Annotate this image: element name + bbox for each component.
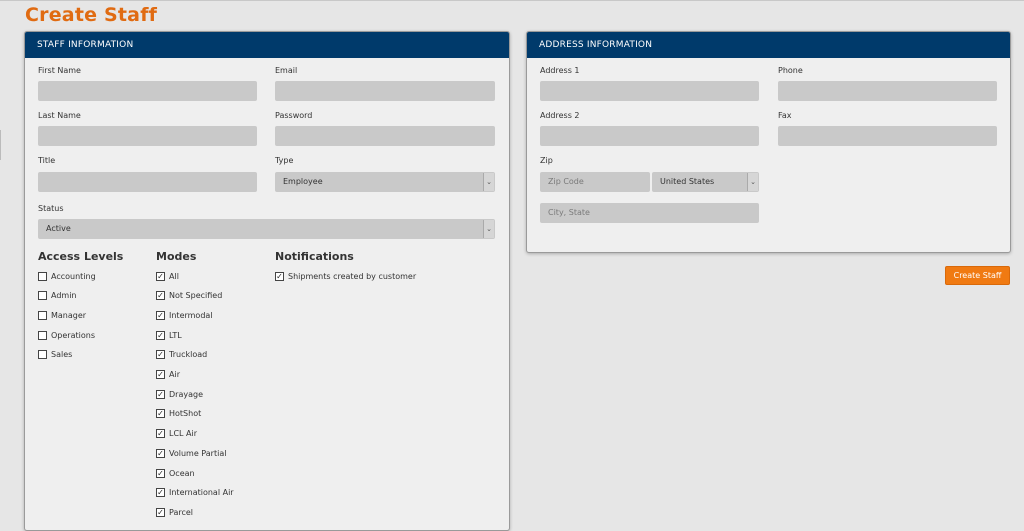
checkbox-label: Parcel [169,507,194,517]
type-select-value: Employee [283,177,323,186]
access-levels-option[interactable]: Accounting [38,270,96,282]
checkbox-label: Admin [51,291,77,301]
checkbox-label: Volume Partial [169,448,227,458]
checkbox[interactable]: ✓ [156,389,165,399]
checkbox-label: Manager [51,310,87,320]
checkbox-label: LTL [169,330,182,340]
checkbox[interactable] [38,330,47,340]
modes-option[interactable]: ✓ Drayage [156,388,203,400]
access-levels-option[interactable]: Operations [38,329,95,341]
chevron-down-icon: ⌄ [747,173,758,191]
status-select-value: Active [46,224,71,233]
address1-input[interactable] [540,81,759,101]
checkbox-label: Sales [51,350,73,360]
checkbox-label: Accounting [51,271,96,281]
fax-label: Fax [778,111,792,120]
checkbox-label: Ocean [169,468,195,478]
checkbox[interactable]: ✓ [156,330,165,340]
address1-label: Address 1 [540,66,580,75]
checkbox[interactable] [38,350,47,360]
modes-option[interactable]: ✓ All [156,270,179,282]
staff-panel-header: STAFF INFORMATION [25,32,509,58]
address-panel-header: ADDRESS INFORMATION [527,32,1010,58]
checkbox[interactable]: ✓ [156,370,165,379]
checkbox[interactable]: ✓ [156,310,165,320]
checkbox-label: HotShot [169,409,202,419]
access-levels-title: Access Levels [38,250,124,263]
zip-label: Zip [540,156,553,165]
first-name-label: First Name [38,66,81,75]
checkbox[interactable] [38,291,47,301]
checkbox-label: Operations [51,330,95,340]
checkbox[interactable]: ✓ [156,291,165,301]
type-label: Type [275,156,294,165]
address2-input[interactable] [540,126,759,146]
checkbox-label: Truckload [169,350,208,360]
title-label: Title [38,156,56,165]
checkbox[interactable]: ✓ [156,409,165,419]
modes-option[interactable]: ✓ International Air [156,487,234,499]
left-edge-marker [0,130,1,160]
modes-option[interactable]: ✓ Intermodal [156,309,213,321]
phone-input[interactable] [778,81,997,101]
checkbox-label: Air [169,370,180,379]
title-input[interactable] [38,172,257,192]
status-label: Status [38,204,64,213]
checkbox[interactable]: ✓ [156,507,165,517]
last-name-input[interactable] [38,126,257,146]
zip-input[interactable]: Zip Code [540,172,650,192]
modes-option[interactable]: ✓ Parcel [156,506,193,518]
country-select-value: United States [660,177,715,186]
fax-input[interactable] [778,126,997,146]
chevron-down-icon: ⌄ [483,220,494,238]
address2-label: Address 2 [540,111,580,120]
modes-option[interactable]: ✓ Air [156,369,180,381]
staff-information-panel: STAFF INFORMATION [24,31,510,531]
checkbox-label: All [169,271,179,281]
notifications-option[interactable]: ✓ Shipments created by customer [275,270,416,282]
email-label: Email [275,66,298,75]
first-name-input[interactable] [38,81,257,101]
password-label: Password [275,111,313,120]
checkbox-label: International Air [169,488,234,498]
page-title: Create Staff [25,4,158,26]
status-select[interactable]: Active ⌄ [38,219,495,239]
access-levels-option[interactable]: Manager [38,309,86,321]
modes-option[interactable]: ✓ LCL Air [156,428,197,440]
modes-option[interactable]: ✓ Volume Partial [156,447,226,459]
notifications-title: Notifications [275,250,354,263]
checkbox[interactable]: ✓ [156,350,165,360]
create-staff-button[interactable]: Create Staff [945,266,1010,285]
modes-option[interactable]: ✓ Truckload [156,349,207,361]
checkbox-label: Shipments created by customer [288,271,417,281]
access-levels-option[interactable]: Admin [38,290,77,302]
city-state-input[interactable]: City, State [540,203,759,223]
email-input[interactable] [275,81,495,101]
checkbox[interactable] [38,271,47,281]
chevron-down-icon: ⌄ [483,173,494,191]
password-input[interactable] [275,126,495,146]
modes-option[interactable]: ✓ Not Specified [156,290,222,302]
last-name-label: Last Name [38,111,81,120]
modes-option[interactable]: ✓ Ocean [156,467,195,479]
modes-title: Modes [156,250,197,263]
checkbox[interactable]: ✓ [156,488,165,498]
checkbox[interactable]: ✓ [156,448,165,458]
checkbox-label: LCL Air [169,429,198,439]
top-border [0,0,1024,1]
checkbox[interactable]: ✓ [156,468,165,478]
phone-label: Phone [778,66,803,75]
checkbox-label: Intermodal [169,310,213,320]
checkbox[interactable]: ✓ [156,429,165,439]
checkbox[interactable]: ✓ [156,271,165,281]
checkbox[interactable]: ✓ [275,271,284,281]
type-select[interactable]: Employee ⌄ [275,172,495,192]
checkbox[interactable] [38,310,47,320]
modes-option[interactable]: ✓ LTL [156,329,182,341]
checkbox-label: Drayage [169,389,203,399]
country-select[interactable]: United States ⌄ [652,172,759,192]
access-levels-option[interactable]: Sales [38,349,72,361]
checkbox-label: Not Specified [169,291,223,301]
modes-option[interactable]: ✓ HotShot [156,408,201,420]
